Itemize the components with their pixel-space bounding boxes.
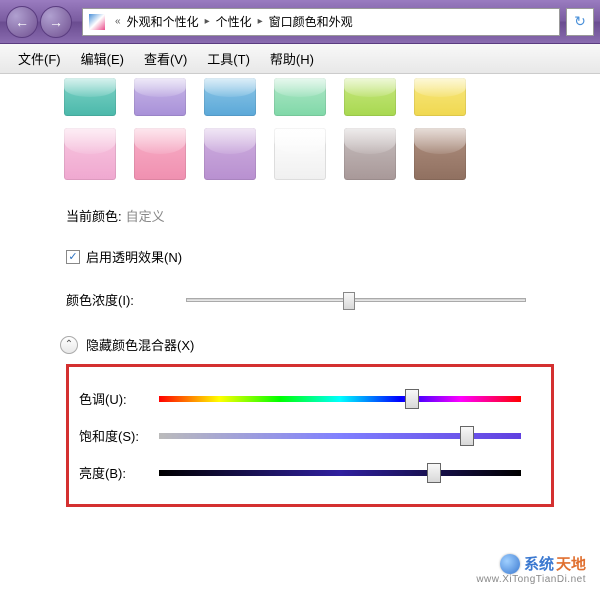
watermark: 系统天地 www.XiTongTianDi.net — [476, 553, 586, 585]
watermark-brand-2: 天地 — [556, 553, 586, 574]
color-swatch[interactable] — [414, 128, 466, 180]
mixer-toggle-label: 隐藏颜色混合器(X) — [86, 335, 194, 354]
brightness-label: 亮度(B): — [79, 463, 159, 482]
intensity-slider-thumb[interactable] — [343, 292, 355, 310]
color-swatch-row-2 — [20, 124, 580, 188]
hue-row: 色调(U): — [79, 389, 541, 408]
watermark-url: www.XiTongTianDi.net — [476, 574, 586, 585]
brightness-row: 亮度(B): — [79, 463, 541, 482]
color-swatch[interactable] — [204, 78, 256, 116]
color-swatch[interactable] — [64, 78, 116, 116]
intensity-label: 颜色浓度(I): — [66, 290, 186, 309]
globe-icon — [500, 554, 520, 574]
menu-tools[interactable]: 工具(T) — [197, 45, 260, 72]
hue-label: 色调(U): — [79, 389, 159, 408]
content-area: 当前颜色: 自定义 ✓ 启用透明效果(N) 颜色浓度(I): ⌃ 隐藏颜色混合器… — [0, 74, 600, 507]
color-swatch[interactable] — [414, 78, 466, 116]
transparency-label: 启用透明效果(N) — [86, 247, 182, 266]
chevron-right-icon: ▸ — [205, 16, 210, 27]
saturation-slider-thumb[interactable] — [460, 426, 474, 446]
color-swatch[interactable] — [344, 128, 396, 180]
transparency-checkbox[interactable]: ✓ — [66, 250, 80, 264]
hue-slider[interactable] — [159, 396, 521, 402]
chevron-left-icon: « — [115, 16, 121, 27]
mixer-toggle-row: ⌃ 隐藏颜色混合器(X) — [60, 335, 580, 354]
saturation-label: 饱和度(S): — [79, 426, 159, 445]
chevron-up-icon: ⌃ — [65, 339, 73, 350]
color-swatch[interactable] — [274, 128, 326, 180]
current-color-row: 当前颜色: 自定义 — [66, 206, 580, 225]
hue-slider-thumb[interactable] — [405, 389, 419, 409]
color-swatch[interactable] — [64, 128, 116, 180]
brightness-slider-thumb[interactable] — [427, 463, 441, 483]
brightness-slider[interactable] — [159, 470, 521, 476]
breadcrumb-item[interactable]: 个性化 — [216, 13, 252, 30]
menu-edit[interactable]: 编辑(E) — [71, 45, 134, 72]
nav-forward-button[interactable]: → — [40, 6, 72, 38]
menu-help[interactable]: 帮助(H) — [260, 45, 324, 72]
color-swatch[interactable] — [204, 128, 256, 180]
refresh-button[interactable]: ↻ — [566, 8, 594, 36]
address-bar: ← → « 外观和个性化 ▸ 个性化 ▸ 窗口颜色和外观 ↻ — [0, 0, 600, 44]
color-swatch[interactable] — [274, 78, 326, 116]
intensity-row: 颜色浓度(I): — [66, 290, 580, 309]
watermark-brand-1: 系统 — [524, 553, 554, 574]
check-icon: ✓ — [68, 250, 77, 263]
color-swatch[interactable] — [344, 78, 396, 116]
intensity-slider[interactable] — [186, 298, 526, 302]
current-color-value: 自定义 — [126, 206, 165, 225]
menu-view[interactable]: 查看(V) — [134, 45, 197, 72]
arrow-right-icon: → — [49, 14, 63, 30]
saturation-row: 饱和度(S): — [79, 426, 541, 445]
mixer-collapse-button[interactable]: ⌃ — [60, 336, 78, 354]
menu-bar: 文件(F) 编辑(E) 查看(V) 工具(T) 帮助(H) — [0, 44, 600, 74]
chevron-right-icon: ▸ — [258, 16, 263, 27]
current-color-label: 当前颜色: — [66, 206, 122, 225]
breadcrumb-item[interactable]: 窗口颜色和外观 — [269, 13, 353, 30]
transparency-row: ✓ 启用透明效果(N) — [66, 247, 580, 266]
personalization-icon — [89, 14, 105, 30]
menu-file[interactable]: 文件(F) — [8, 45, 71, 72]
color-swatch[interactable] — [134, 78, 186, 116]
breadcrumb-item[interactable]: 外观和个性化 — [127, 13, 199, 30]
saturation-slider[interactable] — [159, 433, 521, 439]
color-mixer-panel: 色调(U): 饱和度(S): 亮度(B): — [66, 364, 554, 507]
color-swatch-row-1 — [20, 74, 580, 124]
nav-back-button[interactable]: ← — [6, 6, 38, 38]
arrow-left-icon: ← — [15, 14, 29, 30]
breadcrumb[interactable]: « 外观和个性化 ▸ 个性化 ▸ 窗口颜色和外观 — [82, 8, 560, 36]
color-swatch[interactable] — [134, 128, 186, 180]
refresh-icon: ↻ — [574, 13, 586, 30]
